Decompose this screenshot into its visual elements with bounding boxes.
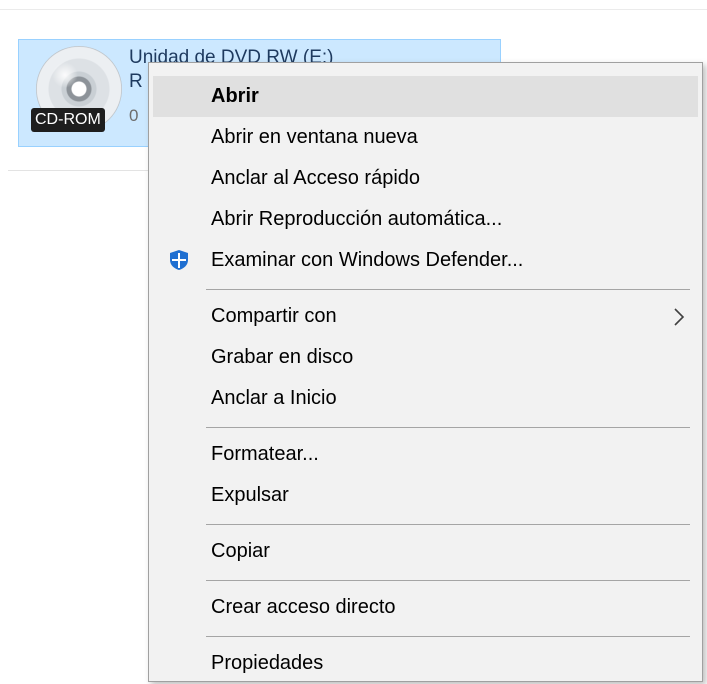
menu-item-compartir-con[interactable]: Compartir con <box>153 296 698 337</box>
menu-item-label: Crear acceso directo <box>211 596 396 618</box>
menu-item-examinar-defender[interactable]: Examinar con Windows Defender... <box>153 240 698 281</box>
menu-item-anclar-inicio[interactable]: Anclar a Inicio <box>153 378 698 419</box>
menu-item-label: Compartir con <box>211 305 337 327</box>
menu-item-abrir-ventana-nueva[interactable]: Abrir en ventana nueva <box>153 117 698 158</box>
menu-item-label: Formatear... <box>211 443 319 465</box>
menu-item-expulsar[interactable]: Expulsar <box>153 475 698 516</box>
menu-separator <box>206 524 690 525</box>
menu-item-propiedades[interactable]: Propiedades <box>153 643 698 684</box>
menu-item-grabar-disco[interactable]: Grabar en disco <box>153 337 698 378</box>
menu-item-abrir[interactable]: Abrir <box>153 76 698 117</box>
menu-item-crear-acceso-directo[interactable]: Crear acceso directo <box>153 587 698 628</box>
menu-item-label: Anclar al Acceso rápido <box>211 167 421 189</box>
menu-item-label: Expulsar <box>211 484 289 506</box>
menu-separator <box>206 427 690 428</box>
menu-separator <box>206 636 690 637</box>
menu-item-reproduccion-automatica[interactable]: Abrir Reproducción automática... <box>153 199 698 240</box>
drive-capacity-line: 0 <box>129 106 139 125</box>
menu-item-copiar[interactable]: Copiar <box>153 531 698 572</box>
menu-item-anclar-acceso-rapido[interactable]: Anclar al Acceso rápido <box>153 158 698 199</box>
menu-item-label: Abrir <box>211 85 259 107</box>
drive-detail-line: R <box>129 71 143 92</box>
menu-item-formatear[interactable]: Formatear... <box>153 434 698 475</box>
chevron-right-icon <box>674 308 685 326</box>
top-divider <box>0 9 707 10</box>
context-menu: Abrir Abrir en ventana nueva Anclar al A… <box>148 62 703 682</box>
menu-item-label: Abrir en ventana nueva <box>211 126 418 148</box>
menu-separator <box>206 580 690 581</box>
disc-shine <box>52 62 78 88</box>
menu-item-label: Grabar en disco <box>211 346 354 368</box>
windows-defender-icon <box>170 250 188 270</box>
menu-item-label: Anclar a Inicio <box>211 387 337 409</box>
menu-item-label: Abrir Reproducción automática... <box>211 208 503 230</box>
menu-item-label: Copiar <box>211 540 270 562</box>
menu-item-label: Examinar con Windows Defender... <box>211 249 524 271</box>
menu-separator <box>206 289 690 290</box>
cdrom-badge: CD-ROM <box>31 108 105 132</box>
